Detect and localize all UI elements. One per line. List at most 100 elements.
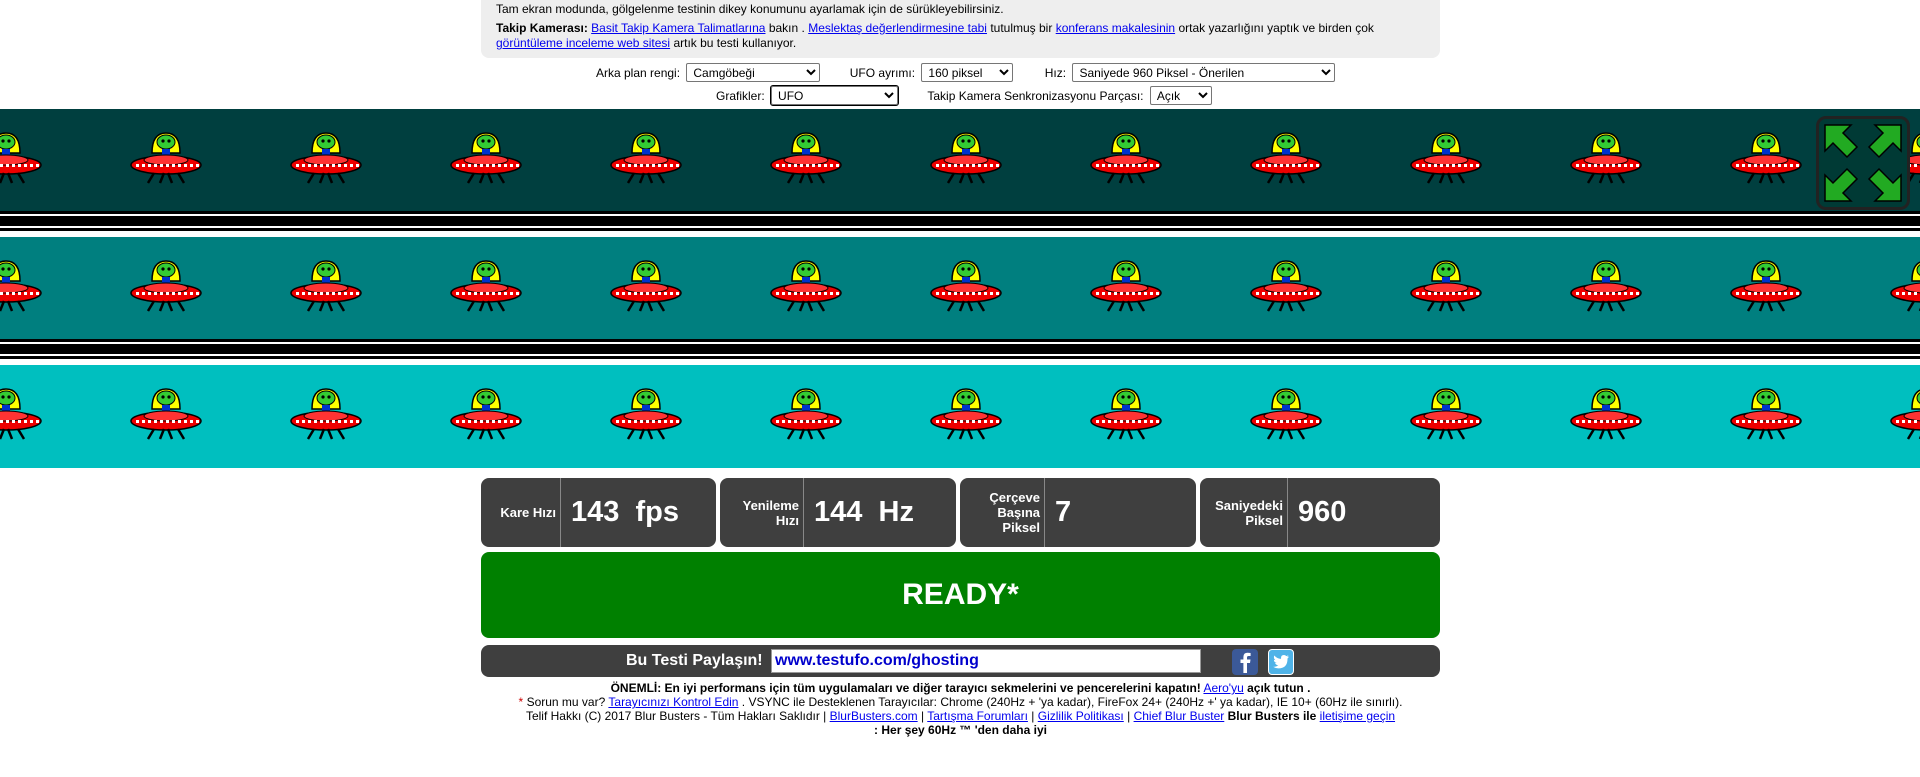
ufo-alien-icon <box>449 127 523 193</box>
frame-rate-value: 143 fps <box>571 496 679 528</box>
important-notice: ÖNEMLİ: En iyi performans için tüm uygul… <box>610 681 1201 695</box>
ufo-alien-icon <box>1409 383 1483 449</box>
ufo-alien-icon <box>1409 127 1483 193</box>
graphics-select[interactable]: UFO <box>770 85 900 106</box>
tagline-text: : Her şey 60Hz ™ 'den daha iyi <box>874 723 1047 737</box>
ufo-alien-icon <box>449 383 523 449</box>
fullscreen-button[interactable] <box>1816 116 1910 210</box>
background-color-label: Arka plan rengi: <box>596 65 681 80</box>
ufo-alien-icon <box>929 255 1003 321</box>
background-color-select[interactable]: Camgöbeği <box>686 63 821 82</box>
ufo-alien-icon <box>769 255 843 321</box>
ufo-track-medium[interactable] <box>0 237 1920 339</box>
share-url-input[interactable] <box>771 649 1201 673</box>
link-blurbusters[interactable]: BlurBusters.com <box>830 709 918 723</box>
aero-tail: açık tutun . <box>1247 681 1311 695</box>
share-bar: Bu Testi Paylaşın! <box>481 645 1440 677</box>
ufo-alien-icon <box>929 383 1003 449</box>
link-aero[interactable]: Aero'yu <box>1203 681 1243 695</box>
pixels-per-second-label: Saniyedeki Piksel <box>1200 478 1288 547</box>
facebook-icon[interactable] <box>1232 649 1258 675</box>
ufo-alien-icon <box>1249 127 1323 193</box>
footer-support-line: * Sorun mu var? Tarayıcınızı Kontrol Edi… <box>481 695 1440 709</box>
ufo-alien-icon <box>1569 255 1643 321</box>
footer-copyright-line: Telif Hakkı (C) 2017 Blur Busters - Tüm … <box>481 709 1440 723</box>
speed-label: Hız: <box>1044 65 1067 80</box>
frame-rate-box: Kare Hızı 143 fps <box>481 478 716 547</box>
link-review-sites[interactable]: görüntüleme inceleme web sitesi <box>496 36 670 50</box>
link-chief-blur-buster[interactable]: Chief Blur Buster <box>1134 709 1225 723</box>
link-contact[interactable]: iletişime geçin <box>1320 709 1395 723</box>
problem-text: Sorun mu var? <box>526 695 606 709</box>
ufo-alien-icon <box>289 255 363 321</box>
info-text: ortak yazarlığını yaptık ve birden çok <box>1178 21 1374 35</box>
ufo-alien-icon <box>1729 383 1803 449</box>
ufo-alien-icon <box>289 127 363 193</box>
ufo-alien-icon <box>929 127 1003 193</box>
camera-label: Takip Kamerası: <box>496 21 588 35</box>
ufo-alien-icon <box>129 383 203 449</box>
refresh-rate-label: Yenileme Hızı <box>720 478 804 547</box>
link-peer-review[interactable]: Meslektaş değerlendirmesine tabi <box>808 21 987 35</box>
ufo-alien-icon <box>1089 127 1163 193</box>
share-label: Bu Testi Paylaşın! <box>626 652 763 669</box>
asterisk-marker: * <box>518 695 524 709</box>
twitter-icon[interactable] <box>1268 649 1294 675</box>
ufo-spacing-select[interactable]: 160 piksel <box>921 63 1014 82</box>
copyright-text: Telif Hakkı (C) 2017 Blur Busters - Tüm … <box>525 709 827 723</box>
controls-row-1: Arka plan rengi: Camgöbeği UFO ayrımı: 1… <box>596 63 1336 82</box>
ready-status-banner: READY* <box>481 552 1440 638</box>
track-divider-rail <box>0 211 1920 231</box>
pixels-per-frame-box: Çerçeve Başına Piksel 7 <box>960 478 1196 547</box>
pixels-per-frame-value: 7 <box>1055 496 1072 528</box>
ufo-alien-icon <box>1889 383 1920 449</box>
info-text: bakın . <box>768 21 805 35</box>
ufo-spacing-label: UFO ayrımı: <box>849 65 916 80</box>
ufo-alien-icon <box>129 127 203 193</box>
sync-track-select[interactable]: Açık <box>1149 86 1212 105</box>
expand-arrows-icon <box>1824 124 1902 202</box>
footer-tagline: : Her şey 60Hz ™ 'den daha iyi <box>481 723 1440 737</box>
separator: | <box>1031 709 1035 723</box>
ufo-alien-icon <box>1089 383 1163 449</box>
ufo-alien-icon <box>1569 127 1643 193</box>
ufo-alien-icon <box>1889 255 1920 321</box>
footer-important-line: ÖNEMLİ: En iyi performans için tüm uygul… <box>481 681 1440 695</box>
ufo-alien-icon <box>1089 255 1163 321</box>
ufo-alien-icon <box>769 127 843 193</box>
ufo-alien-icon <box>609 127 683 193</box>
ufo-alien-icon <box>0 255 43 321</box>
ufo-track-dark[interactable] <box>0 109 1920 211</box>
ufo-alien-icon <box>289 383 363 449</box>
refresh-rate-value: 144 Hz <box>814 496 914 528</box>
ufo-alien-icon <box>1249 383 1323 449</box>
info-fullscreen-text: Tam ekran modunda, gölgelenme testinin d… <box>496 2 1004 16</box>
pixels-per-second-value: 960 <box>1298 496 1347 528</box>
graphics-label: Grafikler: <box>716 88 765 103</box>
link-forums[interactable]: Tartışma Forumları <box>927 709 1028 723</box>
link-conference-paper[interactable]: konferans makalesinin <box>1056 21 1175 35</box>
vsync-text: . VSYNC ile Desteklenen Tarayıcılar: Chr… <box>741 695 1403 709</box>
ufo-alien-icon <box>1729 127 1803 193</box>
ufo-alien-icon <box>1569 383 1643 449</box>
ufo-alien-icon <box>1409 255 1483 321</box>
sync-track-label: Takip Kamera Senkronizasyonu Parçası: <box>927 88 1144 103</box>
link-check-browser[interactable]: Tarayıcınızı Kontrol Edin <box>608 695 738 709</box>
separator: | <box>1127 709 1131 723</box>
ufo-track-light[interactable] <box>0 365 1920 468</box>
ufo-alien-icon <box>449 255 523 321</box>
link-privacy[interactable]: Gizlilik Politikası <box>1038 709 1124 723</box>
ufo-alien-icon <box>1249 255 1323 321</box>
link-camera-instructions[interactable]: Basit Takip Kamera Talimatlarına <box>591 21 765 35</box>
ufo-alien-icon <box>0 383 43 449</box>
speed-select[interactable]: Saniyede 960 Piksel - Önerilen <box>1072 63 1336 82</box>
page-footer: ÖNEMLİ: En iyi performans için tüm uygul… <box>481 681 1440 737</box>
ufo-alien-icon <box>0 127 43 193</box>
info-text: tutulmuş bir <box>990 21 1053 35</box>
blurbusters-contact-text: Blur Busters ile <box>1227 709 1317 723</box>
ufo-alien-icon <box>609 383 683 449</box>
info-camera-paragraph: Takip Kamerası: Basit Takip Kamera Talim… <box>496 21 1425 51</box>
ufo-alien-icon <box>609 255 683 321</box>
frame-rate-label: Kare Hızı <box>481 478 561 547</box>
info-text: artık bu testi kullanıyor. <box>673 36 797 50</box>
